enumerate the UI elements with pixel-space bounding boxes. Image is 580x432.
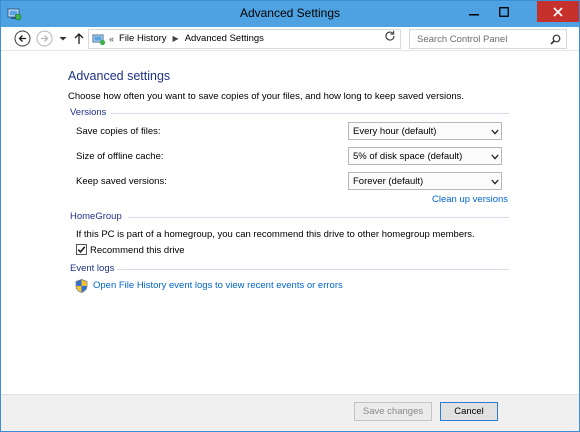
chevron-down-icon[interactable] bbox=[59, 30, 67, 47]
save-changes-button[interactable]: Save changes bbox=[354, 402, 432, 421]
breadcrumb-chevron-icon[interactable]: ▶ bbox=[173, 34, 179, 43]
page-description: Choose how often you want to save copies… bbox=[68, 91, 465, 102]
offline-cache-value: 5% of disk space (default) bbox=[353, 151, 463, 162]
breadcrumb-overflow[interactable]: « bbox=[109, 34, 114, 44]
back-arrow-icon[interactable] bbox=[14, 30, 31, 47]
event-logs-link[interactable]: Open File History event logs to view rec… bbox=[93, 280, 343, 291]
keep-versions-dropdown[interactable]: Forever (default) bbox=[348, 172, 502, 190]
save-copies-label: Save copies of files: bbox=[76, 126, 161, 137]
shield-icon bbox=[75, 279, 88, 293]
minimize-button[interactable] bbox=[461, 1, 487, 22]
maximize-icon bbox=[499, 6, 509, 17]
chevron-down-icon bbox=[491, 154, 499, 160]
clean-up-versions-link[interactable]: Clean up versions bbox=[432, 194, 508, 205]
recommend-drive-checkbox[interactable] bbox=[76, 244, 87, 255]
footer-bar: Save changes Cancel bbox=[1, 394, 579, 431]
address-bar[interactable]: « File History ▶ Advanced Settings bbox=[88, 29, 465, 49]
page-title: Advanced settings bbox=[68, 69, 171, 83]
search-box[interactable]: Search Control Panel bbox=[409, 29, 567, 49]
event-logs-divider bbox=[117, 269, 509, 270]
checkmark-icon bbox=[77, 246, 86, 254]
minimize-icon bbox=[469, 13, 479, 15]
search-input[interactable]: Search Control Panel bbox=[417, 34, 507, 45]
homegroup-divider bbox=[128, 217, 509, 218]
chevron-down-icon bbox=[491, 179, 499, 185]
cancel-button[interactable]: Cancel bbox=[440, 402, 498, 421]
offline-cache-dropdown[interactable]: 5% of disk space (default) bbox=[348, 147, 502, 165]
close-icon bbox=[553, 6, 563, 17]
breadcrumb-item-advanced-settings[interactable]: Advanced Settings bbox=[185, 33, 264, 44]
keep-versions-value: Forever (default) bbox=[353, 176, 424, 187]
save-copies-dropdown[interactable]: Every hour (default) bbox=[348, 122, 502, 140]
keep-versions-label: Keep saved versions: bbox=[76, 176, 167, 187]
window: Advanced Settings « File History ▶ Advan… bbox=[0, 0, 580, 432]
save-copies-value: Every hour (default) bbox=[353, 126, 437, 137]
control-panel-icon bbox=[92, 34, 106, 46]
versions-divider bbox=[111, 113, 509, 114]
breadcrumb: « File History ▶ Advanced Settings bbox=[109, 33, 264, 44]
breadcrumb-item-file-history[interactable]: File History bbox=[119, 33, 167, 44]
up-arrow-icon[interactable] bbox=[73, 30, 85, 47]
recommend-drive-label[interactable]: Recommend this drive bbox=[90, 245, 185, 256]
search-icon[interactable] bbox=[550, 34, 561, 45]
chevron-down-icon bbox=[491, 129, 499, 135]
versions-header: Versions bbox=[70, 107, 107, 118]
maximize-button[interactable] bbox=[491, 1, 517, 22]
forward-arrow-icon[interactable] bbox=[36, 30, 53, 47]
navigation-bar: « File History ▶ Advanced Settings Searc… bbox=[1, 27, 579, 51]
title-bar[interactable]: Advanced Settings bbox=[1, 1, 579, 27]
refresh-icon[interactable] bbox=[384, 30, 396, 42]
homegroup-header: HomeGroup bbox=[70, 211, 122, 222]
event-logs-header: Event logs bbox=[70, 263, 115, 274]
homegroup-description: If this PC is part of a homegroup, you c… bbox=[76, 229, 475, 240]
close-button[interactable] bbox=[537, 1, 579, 22]
offline-cache-label: Size of offline cache: bbox=[76, 151, 164, 162]
